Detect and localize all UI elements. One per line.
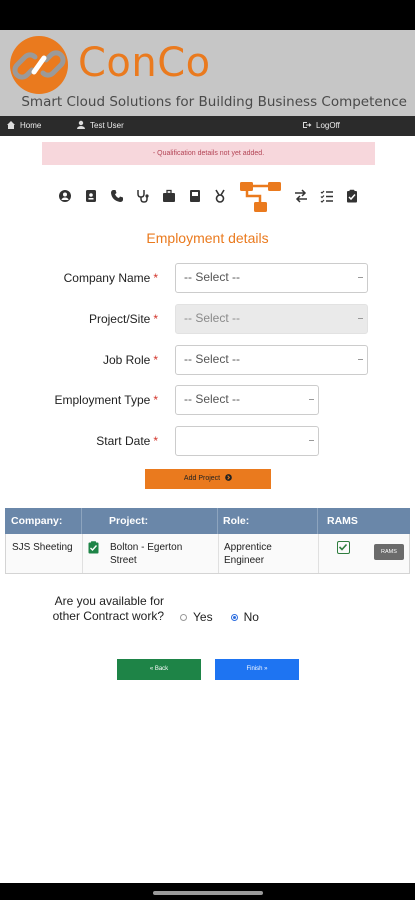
row-divider [218,534,219,573]
brand-name: ConCo [78,40,211,86]
employment-type-row: Employment Type * -- Select -- [0,385,415,415]
chevron-down-icon [309,440,314,443]
back-button[interactable]: « Back [117,659,201,680]
nav-home[interactable]: Home [6,120,41,130]
project-site-label: Project/Site * [88,312,158,326]
nav-user[interactable]: Test User [76,120,124,130]
radio-no-circle[interactable] [230,613,238,621]
arrow-circle-icon [225,474,232,481]
user-icon [77,120,85,129]
row-project: Bolton - Egerton Street [110,542,183,566]
project-site-select[interactable]: -- Select -- [175,304,368,334]
brand-tagline: Smart Cloud Solutions for Building Busin… [21,94,407,110]
briefcase-icon[interactable] [162,189,176,203]
job-role-select[interactable]: -- Select -- [175,345,368,375]
stethoscope-icon[interactable] [136,189,150,203]
radio-yes-label: Yes [193,610,213,624]
company-name-row: Company Name * -- Select -- [0,263,415,293]
contract-question: Are you available for other Contract wor… [52,594,164,623]
logout-icon [303,122,312,128]
finish-button[interactable]: Finish » [215,659,299,680]
nav-logout[interactable]: LogOff [302,120,340,130]
header-divider [217,508,218,534]
rams-button[interactable]: RAMS [374,544,404,560]
clipboard-check-icon[interactable] [88,541,99,554]
header-role: Role: [223,515,250,527]
top-nav: Home Test User LogOff [0,116,415,136]
row-divider [82,534,83,573]
company-name-label: Company Name * [63,271,158,285]
header-rams: RAMS [327,515,358,527]
chevron-down-icon [358,318,363,321]
radio-no-label: No [243,610,259,624]
checkmark-icon [338,543,348,551]
book-icon[interactable] [188,189,202,203]
row-role: Apprentice Engineer [224,542,272,566]
header-divider [81,508,82,534]
clipboard-check-icon[interactable] [345,189,359,203]
contract-radio-group: Yes No [180,610,259,624]
chevron-down-icon [358,277,363,280]
id-card-icon[interactable] [84,189,98,203]
app-header: ConCo Smart Cloud Solutions for Building… [0,30,415,116]
home-indicator[interactable] [153,891,263,895]
header-company: Company: [11,515,63,527]
rams-checkbox[interactable] [337,541,350,554]
header-divider [317,508,318,534]
chevron-down-icon [358,359,363,362]
radio-no[interactable]: No [230,610,259,624]
start-date-label: Start Date * [96,434,158,448]
projects-table-header: Company: Project: Role: RAMS [5,508,410,534]
project-site-row: Project/Site * -- Select -- [0,304,415,334]
radio-yes-circle[interactable] [180,613,187,621]
step-navigation [0,180,415,216]
sitemap-icon[interactable] [238,180,284,214]
section-title: Employment details [146,230,269,246]
home-icon [7,121,15,129]
row-divider [318,534,319,573]
header-project: Project: [109,515,149,527]
employment-type-select[interactable]: -- Select -- [175,385,319,415]
job-role-label: Job Role * [102,353,158,367]
table-row: SJS Sheeting Bolton - Egerton Street App… [5,534,410,574]
employment-type-label: Employment Type * [54,393,159,407]
company-name-select[interactable]: -- Select -- [175,263,368,293]
app-screen: ConCo Smart Cloud Solutions for Building… [0,30,415,883]
start-date-input[interactable] [175,426,319,456]
nav-user-label: Test User [90,120,124,130]
start-date-row: Start Date * [0,426,415,456]
row-company: SJS Sheeting [12,542,73,553]
conco-logo-icon [10,36,68,94]
checklist-icon[interactable] [320,189,334,203]
radio-yes[interactable]: Yes [180,610,213,624]
nav-logout-label: LogOff [316,120,340,130]
chevron-down-icon [309,399,314,402]
add-project-button[interactable]: Add Project [145,469,271,489]
person-icon[interactable] [58,189,72,203]
phone-icon[interactable] [110,189,124,203]
medal-icon[interactable] [213,189,227,203]
exchange-icon[interactable] [294,189,308,203]
qualification-alert: - Qualification details not yet added. [42,142,375,165]
job-role-row: Job Role * -- Select -- [0,345,415,375]
nav-home-label: Home [20,120,42,130]
